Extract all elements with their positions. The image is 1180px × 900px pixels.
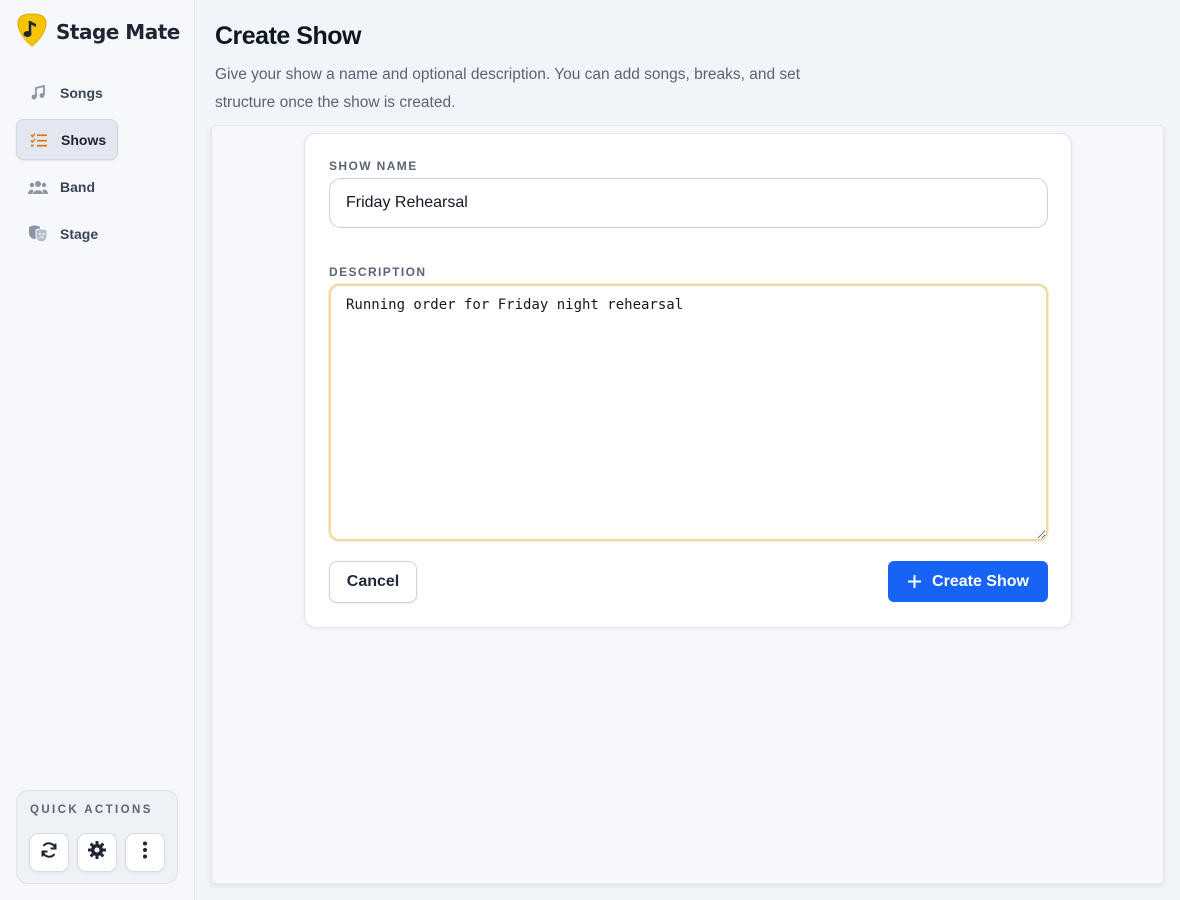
sidebar-item-stage[interactable]: Stage	[16, 213, 118, 254]
sidebar-item-songs[interactable]: Songs	[16, 72, 118, 113]
page-header: Create Show Give your show a name and op…	[215, 22, 855, 117]
sidebar-item-shows[interactable]: Shows	[16, 119, 118, 160]
app-name: Stage Mate	[56, 20, 180, 44]
quick-actions-title: QUICK ACTIONS	[30, 804, 153, 816]
page-title: Create Show	[215, 22, 361, 50]
users-icon	[28, 177, 48, 197]
gear-icon	[87, 840, 107, 865]
refresh-icon	[40, 841, 58, 864]
create-show-form: SHOW NAME DESCRIPTION Running order for …	[304, 133, 1072, 628]
show-name-input[interactable]	[329, 178, 1048, 228]
cancel-button[interactable]: Cancel	[329, 561, 417, 603]
quick-actions-panel: QUICK ACTIONS	[16, 790, 178, 884]
sidebar-item-label: Songs	[60, 84, 103, 101]
create-show-button[interactable]: Create Show	[888, 561, 1048, 602]
show-name-label: SHOW NAME	[329, 159, 418, 173]
sidebar-nav: Songs Shows Band Stage	[16, 72, 118, 260]
guitar-pick-note-icon	[17, 12, 47, 52]
page-subtitle: Give your show a name and optional descr…	[215, 61, 855, 117]
app-logo[interactable]: Stage Mate	[17, 12, 180, 52]
refresh-button[interactable]	[29, 833, 69, 872]
list-check-icon	[29, 130, 49, 150]
music-note-icon	[28, 83, 48, 103]
page-subtitle-line: structure once the show is created.	[215, 94, 456, 111]
sidebar: Stage Mate Songs Shows Band Stage QUICK …	[0, 0, 195, 900]
more-vertical-icon	[142, 841, 148, 864]
theater-masks-icon	[28, 224, 48, 244]
more-options-button[interactable]	[125, 833, 165, 872]
sidebar-item-band[interactable]: Band	[16, 166, 118, 207]
page-subtitle-line: Give your show a name and optional descr…	[215, 66, 801, 83]
sidebar-item-label: Band	[60, 178, 95, 195]
plus-icon	[907, 574, 922, 589]
description-label: DESCRIPTION	[329, 265, 427, 279]
create-show-label: Create Show	[932, 572, 1029, 590]
description-textarea[interactable]: Running order for Friday night rehearsal	[329, 284, 1048, 541]
sidebar-item-label: Shows	[61, 131, 107, 148]
sidebar-item-label: Stage	[60, 225, 99, 242]
settings-button[interactable]	[77, 833, 117, 872]
